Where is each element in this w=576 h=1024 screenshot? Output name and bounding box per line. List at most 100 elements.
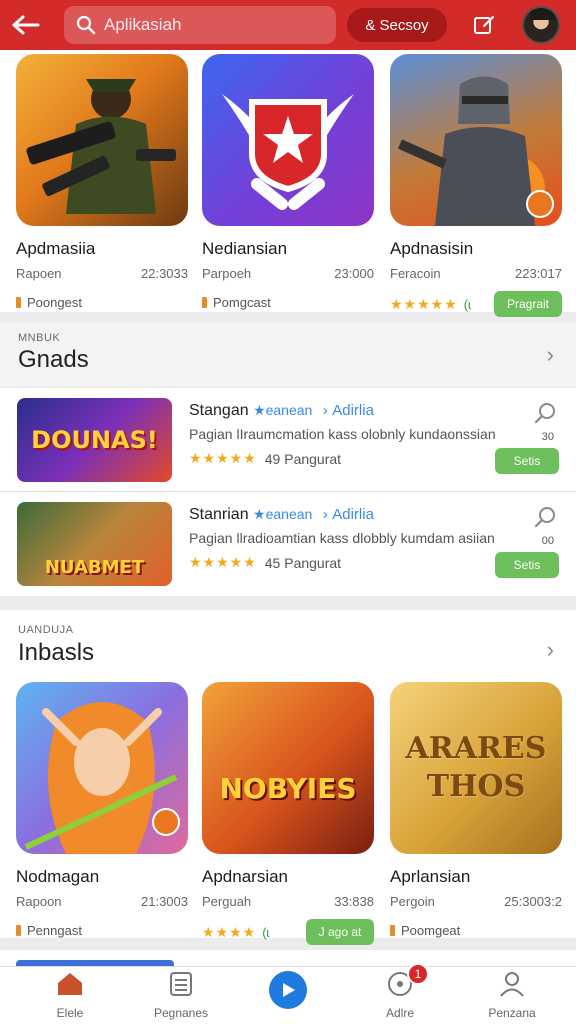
app-developer: Pergoin [390, 894, 435, 909]
install-button[interactable]: J ago at [306, 919, 374, 945]
app-meta: Perguah 33:838 [202, 894, 374, 909]
ninja-artwork: NOBYIES [202, 682, 374, 854]
app-rating-row: ★★★★ (ɩ J ago at [202, 919, 374, 945]
account-chip[interactable]: & Secsoy [347, 8, 447, 42]
list-count: 00 [541, 535, 554, 547]
app-developer: Rapoon [16, 894, 62, 909]
rating-stars: ★★★★★ [189, 554, 257, 570]
play-icon [269, 971, 307, 1009]
app-size: 25:3003:2 [504, 894, 562, 909]
app-developer: Rapoen [16, 266, 62, 281]
badge-mark-icon [16, 297, 21, 308]
profile-icon [500, 972, 524, 997]
nav-home[interactable]: Elele [20, 971, 120, 1020]
app-size: 23:000 [334, 266, 374, 281]
app-size: 21:3003 [141, 894, 188, 909]
elf-archer-artwork [16, 682, 188, 854]
list-rating: ★★★★★ 49 Pangurat [189, 450, 342, 467]
list-description: Pagian lIraumcmation kass olobnly kundao… [189, 426, 496, 442]
list-item[interactable]: NUABMET Stanrian ★eanean › Adirlia Pagia… [0, 492, 576, 596]
app-meta: Parpoeh 23:000 [202, 266, 374, 281]
game-thumbnail: NUABMET [17, 502, 172, 586]
section-kicker: MNBUK [18, 332, 61, 344]
featured-app-2[interactable]: Nediansian Parpoeh 23:000 Pomgcast [202, 54, 374, 310]
shield-star-logo [202, 54, 374, 226]
edit-icon [474, 15, 495, 34]
app-size: 33:838 [334, 894, 374, 909]
rating-extra: (ɩ [463, 296, 471, 312]
section-title: Inbasls [18, 639, 95, 666]
app-badge: Penngast [16, 923, 188, 938]
app-meta: Rapoen 22:3033 [16, 266, 188, 281]
text-logo: ARARES THOS [390, 682, 562, 854]
nav-play[interactable] [238, 971, 338, 1009]
search-bar[interactable]: Aplikasiah [64, 6, 336, 44]
bottom-navigation: Elele Pegnanes 1 Adlre Penzana [0, 963, 576, 1024]
library-icon [170, 972, 192, 996]
search-icon[interactable] [534, 506, 556, 533]
search-placeholder: Aplikasiah [104, 15, 182, 34]
app-name: Apdnarsian [202, 867, 289, 886]
section-header-gnads[interactable]: MNBUK Gnads › [0, 322, 576, 386]
chevron-right-icon[interactable]: › [547, 342, 554, 368]
back-button[interactable] [0, 0, 52, 50]
rating-stars: ★★★★★ [390, 295, 458, 312]
badge-mark-icon [390, 925, 395, 936]
app-name: Aprlansian [390, 867, 471, 886]
app-badge: Poongest [16, 295, 188, 310]
badge-mark-icon [16, 925, 21, 936]
top-app-bar: Aplikasiah & Secsoy [0, 0, 576, 50]
grid-app-3[interactable]: ARARES THOS Aprlansian Pergoin 25:3003:2… [390, 682, 562, 938]
featured-card: Apdmasiia Rapoen 22:3033 Poongest Nedian… [0, 50, 576, 317]
app-developer: Perguah [202, 894, 252, 909]
get-button[interactable]: Setis [495, 552, 559, 578]
app-meta: Feracoin 223:017 [390, 266, 562, 281]
knight-artwork [390, 54, 562, 226]
section-card-inbasls: UANDUJA Inbasls › Nodmagan Rapoon 21:300… [0, 610, 576, 945]
search-icon [76, 15, 96, 35]
list-description: Pagian llradioamtian kass dlobbly kumdam… [189, 530, 495, 546]
section-title: Gnads [18, 346, 89, 373]
app-badge: Pomgcast [202, 295, 374, 310]
nav-profile[interactable]: Penzana [462, 971, 562, 1020]
chevron-right-icon[interactable]: › [547, 637, 554, 663]
game-thumbnail: DOUNAS! [17, 398, 172, 482]
section-kicker: UANDUJA [18, 624, 74, 636]
search-icon[interactable] [534, 402, 556, 429]
app-developer: Parpoeh [202, 266, 252, 281]
app-meta: Rapoon 21:3003 [16, 894, 188, 909]
app-size: 22:3033 [141, 266, 188, 281]
rating-extra: (ɩ [262, 924, 270, 940]
get-button[interactable]: Setis [495, 448, 559, 474]
list-count: 30 [541, 431, 554, 443]
nav-library[interactable]: Pegnanes [131, 971, 231, 1020]
user-avatar[interactable] [522, 6, 560, 44]
home-icon [58, 973, 82, 995]
install-button[interactable]: Pragrait [494, 291, 562, 317]
edit-button[interactable] [472, 13, 496, 37]
app-name: Nodmagan [16, 867, 100, 886]
rating-stars: ★★★★★ [189, 450, 257, 466]
badge-mark-icon [202, 297, 207, 308]
grid-app-2[interactable]: NOBYIES Apdnarsian Perguah 33:838 ★★★★ (… [202, 682, 374, 945]
app-rating-row: ★★★★★ (ɩ Pragrait [390, 291, 562, 317]
notification-badge: 1 [407, 963, 429, 985]
app-name: Nediansian [202, 239, 288, 258]
list-rating: ★★★★★ 45 Pangurat [189, 554, 342, 571]
nav-notifications[interactable]: 1 Adlre [350, 963, 450, 1020]
soldier-artwork [16, 54, 188, 226]
list-title: Stangan ★eanean › Adirlia [189, 402, 374, 419]
list-item[interactable]: DOUNAS! Stangan ★eanean › Adirlia Pagian… [0, 388, 576, 492]
list-title: Stanrian ★eanean › Adirlia [189, 506, 374, 523]
featured-app-1[interactable]: Apdmasiia Rapoen 22:3033 Poongest [16, 54, 188, 310]
app-name: Apdnasisin [390, 239, 474, 258]
app-size: 223:017 [515, 266, 562, 281]
app-meta: Pergoin 25:3003:2 [390, 894, 562, 909]
featured-app-3[interactable]: Apdnasisin Feracoin 223:017 ★★★★★ (ɩ Pra… [390, 54, 562, 317]
grid-app-1[interactable]: Nodmagan Rapoon 21:3003 Penngast [16, 682, 188, 938]
app-developer: Feracoin [390, 266, 441, 281]
app-badge: Poomgeat [390, 923, 562, 938]
next-card-peek [0, 950, 576, 966]
rating-stars: ★★★★ [202, 923, 257, 940]
back-arrow-icon [12, 15, 40, 35]
